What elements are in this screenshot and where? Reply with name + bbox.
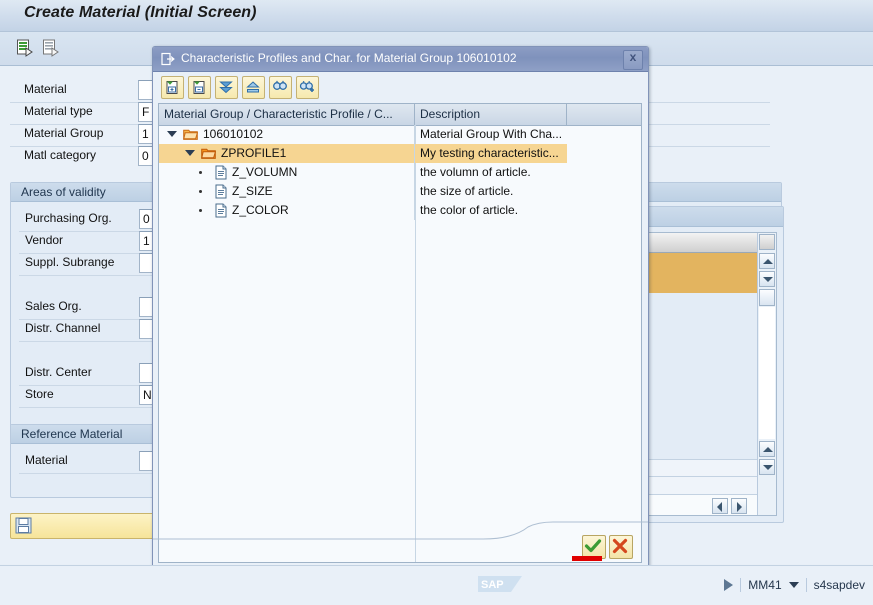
scroll-down-button[interactable] [759,271,775,287]
dialog-toolbar [153,72,648,100]
tree-node-label: Z_SIZE [232,184,273,198]
collapse-node-icon[interactable] [188,76,211,99]
label-store: Store [25,387,54,401]
scroll-page-up-button[interactable] [759,441,775,457]
expand-all-icon[interactable] [215,76,238,99]
cancel-button[interactable] [609,535,633,559]
collapse-all-icon[interactable] [242,76,265,99]
document-icon [215,184,227,199]
label-material-type: Material type [24,104,93,118]
leaf-bullet-icon [199,171,202,174]
find-icon[interactable] [269,76,292,99]
folder-icon [201,146,217,160]
status-bar-right: MM41 s4sapdev [724,578,865,592]
tree-cell-description[interactable]: Material Group With Cha... [415,125,641,144]
document-icon [215,203,227,218]
label-suppl-subrange: Suppl. Subrange [25,255,115,269]
scroll-right-button[interactable] [731,498,747,514]
label-vendor: Vendor [25,233,64,247]
scroll-top-box-icon[interactable] [759,234,775,250]
label-distr-channel: Distr. Channel [25,321,101,335]
dialog-title: Characteristic Profiles and Char. for Ma… [181,51,517,65]
tree-node-label: ZPROFILE1 [221,146,287,160]
tree-table-header: Material Group / Characteristic Profile … [159,104,641,126]
folder-icon [183,127,199,141]
scroll-left-button[interactable] [712,498,728,514]
tree-node-label: Z_VOLUMN [232,165,298,179]
table-row[interactable]: Z_SIZE the size of article. [159,182,641,201]
tree-cell-description[interactable]: the color of article. [415,201,641,220]
column-header-description[interactable]: Description [415,104,567,125]
dialog-titlebar: Characteristic Profiles and Char. for Ma… [153,47,648,72]
tree-cell-node[interactable]: ZPROFILE1 [159,144,415,163]
dialog-footer [153,521,648,567]
document-icon [215,165,227,180]
page-title: Create Material (Initial Screen) [24,4,257,21]
expand-toggle-icon[interactable] [167,131,177,137]
table-row[interactable]: ZPROFILE1 My testing characteristic... [159,144,641,163]
tree-node-label: 106010102 [203,127,264,141]
create-material-icon[interactable] [16,39,34,57]
footer-divider [153,521,648,545]
characteristics-tree-table: ····· Material Group / Characteristic Pr… [158,103,642,563]
caret-down-icon[interactable] [788,582,799,588]
transaction-code: MM41 [748,578,782,592]
expand-node-icon[interactable] [161,76,184,99]
red-x-icon [612,538,628,554]
scroll-up-button[interactable] [759,253,775,269]
characteristic-profiles-dialog: Characteristic Profiles and Char. for Ma… [152,46,649,568]
tree-cell-description[interactable]: the size of article. [415,182,641,201]
tree-node-description: the size of article. [420,184,514,198]
label-material: Material [24,82,67,96]
tree-cell-node[interactable]: 106010102 [159,125,415,144]
tree-cell-node[interactable]: Z_VOLUMN [159,163,415,182]
tree-node-description: the volumn of article. [420,165,531,179]
status-bar: SAP MM41 s4sapdev [0,565,873,605]
system-name: s4sapdev [813,578,865,592]
expand-toggle-icon[interactable] [185,150,195,156]
close-label: x [629,50,637,64]
label-purchasing-org: Purchasing Org. [25,211,112,225]
scroll-track[interactable] [759,307,775,439]
tree-node-description: My testing characteristic... [420,146,559,160]
table-row[interactable]: Z_COLOR the color of article. [159,201,641,220]
green-check-icon [584,539,602,553]
scroll-thumb[interactable] [759,289,775,306]
label-sales-org: Sales Org. [25,299,82,313]
find-next-icon[interactable] [296,76,319,99]
column-header-material-group[interactable]: Material Group / Characteristic Profile … [159,104,415,125]
background-list-vertical-scrollbar[interactable] [712,233,776,515]
confirm-highlight-marker [572,556,602,561]
tree-node-label: Z_COLOR [232,203,289,217]
tree-cell-description[interactable]: My testing characteristic... [415,144,567,163]
tree-node-description: the color of article. [420,203,519,217]
window-titlebar: Create Material (Initial Screen) [0,0,873,32]
status-divider [805,578,807,592]
label-material-group: Material Group [24,126,104,140]
display-material-icon[interactable] [42,39,60,57]
sap-gui-window: Create Material (Initial Screen) Materia… [0,0,873,605]
leaf-bullet-icon [199,190,202,193]
label-distr-center: Distr. Center [25,365,92,379]
tree-cell-description[interactable]: the volumn of article. [415,163,641,182]
label-matl-category: Matl category [24,148,97,162]
tree-node-description: Material Group With Cha... [420,127,563,141]
close-icon[interactable]: x [623,50,643,70]
leaf-bullet-icon [199,209,202,212]
sap-logo: SAP [478,576,522,592]
svg-text:SAP: SAP [481,579,504,591]
tree-cell-node[interactable]: Z_COLOR [159,201,415,220]
play-icon[interactable] [724,579,734,591]
table-row[interactable]: Z_VOLUMN the volumn of article. [159,163,641,182]
label-reference-material: Material [25,453,68,467]
column-header-empty[interactable] [567,104,641,125]
tree-cell-node[interactable]: Z_SIZE [159,182,415,201]
status-divider [740,578,742,592]
dialog-window-icon [161,52,175,66]
scroll-page-down-button[interactable] [759,459,775,475]
table-row[interactable]: 106010102 Material Group With Cha... [159,125,641,144]
